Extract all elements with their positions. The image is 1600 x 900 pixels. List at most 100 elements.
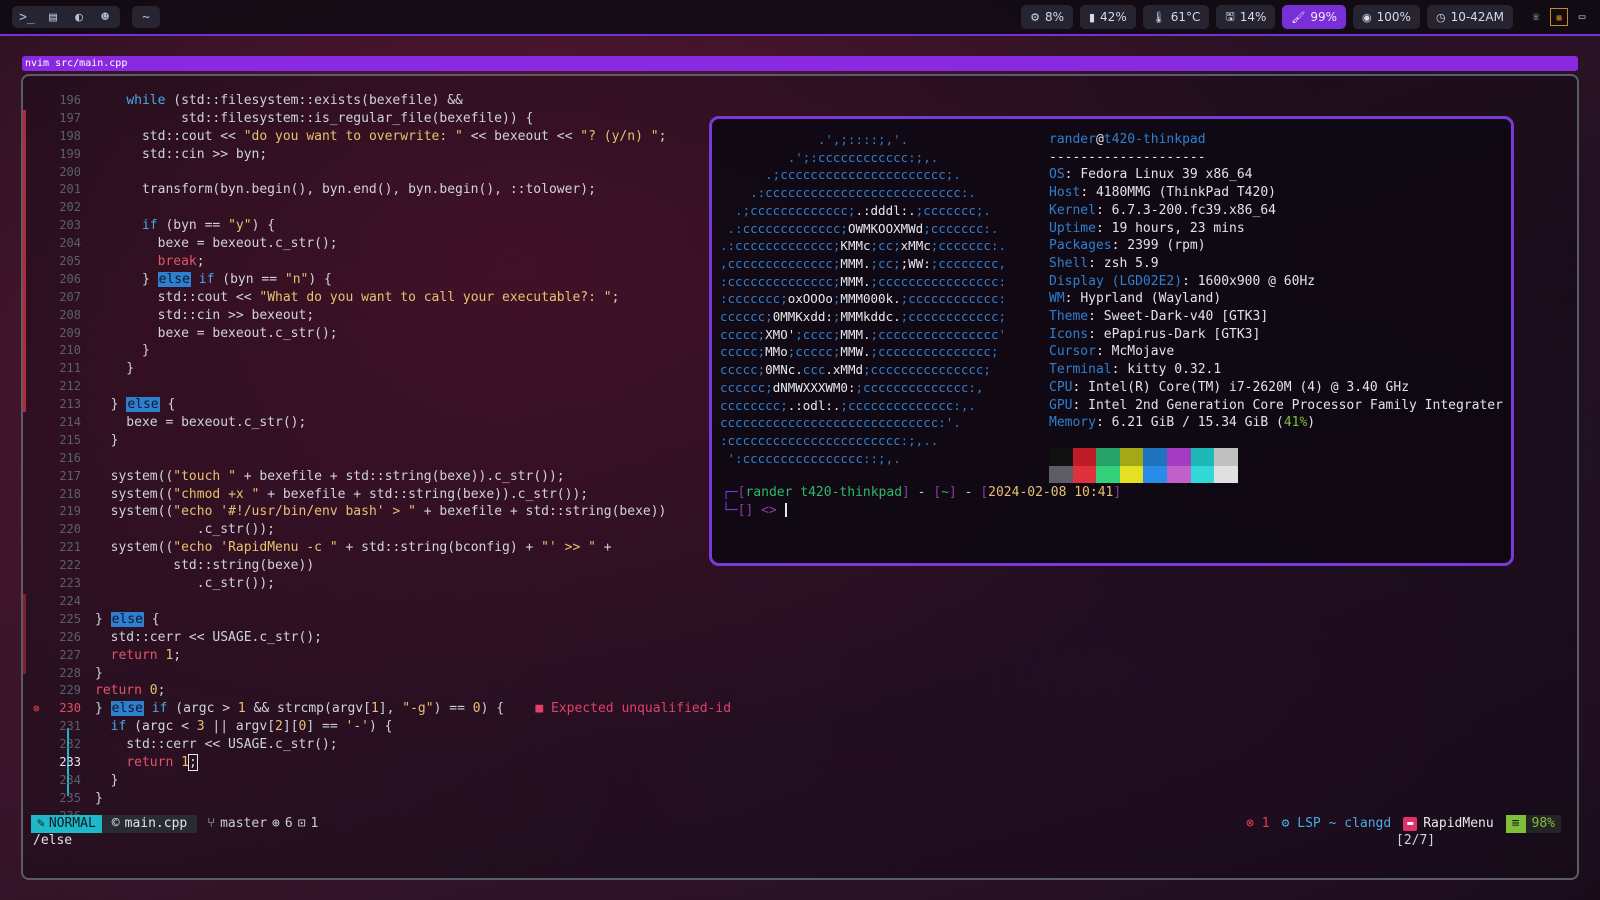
info-value: 4180MMG (ThinkPad T420) bbox=[1095, 185, 1276, 201]
vim-icon: ✎ bbox=[37, 816, 45, 831]
code-line[interactable]: 211 } bbox=[31, 360, 721, 378]
info-icons: Icons: ePapirus-Dark [GTK3] bbox=[1049, 326, 1261, 342]
code-line[interactable]: 207 std::cout << "What do you want to ca… bbox=[31, 289, 721, 307]
code-line[interactable]: 219 system(("echo '#!/usr/bin/env bash' … bbox=[31, 503, 721, 521]
code-line[interactable]: 208 std::cin >> bexeout; bbox=[31, 307, 721, 325]
error-icon: ⊗ bbox=[33, 702, 40, 716]
project-indicator[interactable]: ▬ RapidMenu bbox=[1403, 815, 1494, 833]
palette-swatch bbox=[1049, 465, 1073, 483]
code-line-error[interactable]: ⊗ 230} else if (argc > 1 && strcmp(argv[1… bbox=[31, 700, 731, 718]
info-value: Intel 2nd Generation Core Processor Fami… bbox=[1088, 397, 1503, 413]
code-line[interactable]: 223 .c_str()); bbox=[31, 575, 721, 593]
info-display: Display (LGD02E2): 1600x900 @ 60Hz bbox=[1049, 273, 1316, 289]
code-line[interactable]: 202 bbox=[31, 199, 721, 217]
info-memory: Memory: 6.21 GiB / 15.34 GiB (41%) bbox=[1049, 415, 1316, 431]
info-key: GPU bbox=[1049, 397, 1073, 413]
code-line[interactable]: 226 std::cerr << USAGE.c_str(); bbox=[31, 629, 721, 647]
code-line[interactable]: 222 std::string(bexe)) bbox=[31, 557, 721, 575]
command-line[interactable]: /else bbox=[33, 833, 72, 848]
lsp-status[interactable]: ⚙ LSP ~ clangd bbox=[1282, 815, 1392, 833]
code-line[interactable]: 220 .c_str()); bbox=[31, 521, 721, 539]
info-key: Uptime bbox=[1049, 220, 1096, 236]
code-line[interactable]: 209 bexe = bexeout.c_str(); bbox=[31, 325, 721, 343]
prompt-corner-bottom: └─ bbox=[722, 502, 738, 518]
info-value: Fedora Linux 39 x86_64 bbox=[1080, 167, 1253, 183]
code-line[interactable]: 229 return 0; bbox=[31, 682, 721, 700]
info-key: Display (LGD02E2) bbox=[1049, 273, 1183, 289]
info-key: Theme bbox=[1049, 309, 1089, 325]
home-icon[interactable]: ~ bbox=[132, 6, 160, 28]
code-line[interactable]: 197 std::filesystem::is_regular_file(bex… bbox=[31, 110, 721, 128]
battery-status[interactable]: ▮ 42% bbox=[1079, 5, 1136, 29]
code-line[interactable]: 196 while (std::filesystem::exists(bexef… bbox=[31, 92, 721, 110]
code-line[interactable]: 235} bbox=[31, 790, 721, 808]
volume-value: 100% bbox=[1376, 10, 1411, 24]
memory-percent: 41% bbox=[1283, 415, 1308, 431]
cpu-usage[interactable]: ⚙ 8% bbox=[1021, 5, 1073, 29]
fedora-ascii-logo: .',;::::;,'. .';:cccccccccccc:;,. .;cccc… bbox=[720, 132, 1007, 466]
terminal-icon[interactable]: >_ bbox=[14, 6, 40, 28]
code-line[interactable]: 231 if (argc < 3 || argv[2][0] == '-') { bbox=[31, 718, 721, 736]
code-line[interactable]: 215 } bbox=[31, 432, 721, 450]
git-status[interactable]: ⑂ master ⊕ 6 ⊡ 1 bbox=[197, 815, 328, 833]
code-line[interactable]: 212 bbox=[31, 378, 721, 396]
color-palette bbox=[1049, 448, 1238, 483]
code-line[interactable]: 210 } bbox=[31, 342, 721, 360]
code-line[interactable]: 206 } else if (byn == "n") { bbox=[31, 271, 721, 289]
modified-count: 1 bbox=[310, 816, 319, 831]
discord-icon[interactable]: ☻ bbox=[92, 6, 118, 28]
phone-icon[interactable]: ☏ bbox=[1528, 8, 1544, 24]
lsp-label: LSP ~ clangd bbox=[1297, 816, 1392, 831]
code-line-current[interactable]: 233 return 1; bbox=[31, 753, 721, 772]
info-key: Terminal bbox=[1049, 362, 1112, 378]
kitty-window[interactable]: 196 while (std::filesystem::exists(bexef… bbox=[21, 74, 1579, 880]
code-line[interactable]: 221 system(("echo 'RapidMenu -c " + std:… bbox=[31, 539, 721, 557]
info-theme: Theme: Sweet-Dark-v40 [GTK3] bbox=[1049, 309, 1269, 325]
code-line[interactable]: 204 bexe = bexeout.c_str(); bbox=[31, 235, 721, 253]
info-value: ePapirus-Dark [GTK3] bbox=[1103, 326, 1261, 342]
shell-prompt[interactable]: ┌─[rander t420-thinkpad] - [~] - [2024-0… bbox=[722, 484, 1121, 519]
code-line[interactable]: 234 } bbox=[31, 772, 721, 790]
file-name[interactable]: © main.cpp bbox=[101, 815, 198, 833]
mode-indicator: ✎ NORMAL bbox=[31, 815, 102, 833]
code-line[interactable]: 214 bexe = bexeout.c_str(); bbox=[31, 414, 721, 432]
clock[interactable]: ◷ 10-42AM bbox=[1426, 5, 1513, 29]
info-terminal: Terminal: kitty 0.32.1 bbox=[1049, 362, 1222, 378]
info-value: Intel(R) Core(TM) i7-2620M (4) @ 3.40 GH… bbox=[1088, 379, 1410, 395]
app-tray-icon[interactable]: ▦ bbox=[1550, 8, 1568, 26]
brightness[interactable]: 🖌 99% bbox=[1282, 5, 1347, 29]
code-line[interactable]: 201 transform(byn.begin(), byn.end(), by… bbox=[31, 181, 721, 199]
info-host: Host: 4180MMG (ThinkPad T420) bbox=[1049, 185, 1276, 201]
document-icon[interactable]: ▤ bbox=[40, 6, 66, 28]
at-sign: @ bbox=[1095, 132, 1104, 147]
error-count[interactable]: ⊗ 1 bbox=[1246, 815, 1269, 833]
prompt-host: t420-thinkpad bbox=[800, 485, 903, 500]
palette-swatch bbox=[1190, 448, 1215, 466]
code-line[interactable]: 200 bbox=[31, 164, 721, 182]
code-line[interactable]: 227 return 1; bbox=[31, 647, 721, 665]
code-line[interactable]: 232 std::cerr << USAGE.c_str(); bbox=[31, 736, 721, 754]
gears-icon: ⚙ bbox=[1281, 816, 1298, 831]
info-key: Shell bbox=[1049, 255, 1089, 271]
disk-usage[interactable]: 🖫 14% bbox=[1216, 5, 1276, 29]
code-line[interactable]: 228} bbox=[31, 665, 721, 683]
code-line[interactable]: 225} else { bbox=[31, 611, 721, 629]
notification-icon[interactable]: ▭ bbox=[1574, 8, 1590, 24]
nvim-editor[interactable]: 196 while (std::filesystem::exists(bexef… bbox=[23, 92, 731, 826]
code-line[interactable]: 224 bbox=[31, 593, 721, 611]
palette-swatch bbox=[1143, 465, 1167, 483]
code-line[interactable]: 203 if (byn == "y") { bbox=[31, 217, 721, 235]
code-line[interactable]: 213 } else { bbox=[31, 396, 721, 414]
code-line[interactable]: 216 bbox=[31, 450, 721, 468]
floating-terminal[interactable]: .',;::::;,'. .';:cccccccccccc:;,. .;cccc… bbox=[709, 116, 1514, 566]
code-line[interactable]: 218 system(("chmod +x " + bexefile + std… bbox=[31, 486, 721, 504]
palette-swatch bbox=[1119, 448, 1144, 466]
code-line[interactable]: 198 std::cout << "do you want to overwri… bbox=[31, 128, 721, 146]
volume[interactable]: ◉ 100% bbox=[1353, 5, 1420, 29]
temperature[interactable]: 🌡 61°C bbox=[1142, 5, 1210, 29]
palette-swatch bbox=[1214, 465, 1238, 483]
code-line[interactable]: 199 std::cin >> byn; bbox=[31, 146, 721, 164]
code-line[interactable]: 217 system(("touch " + bexefile + std::s… bbox=[31, 468, 721, 486]
fedora-icon[interactable]: ◐ bbox=[66, 6, 92, 28]
code-line[interactable]: 205 break; bbox=[31, 253, 721, 271]
